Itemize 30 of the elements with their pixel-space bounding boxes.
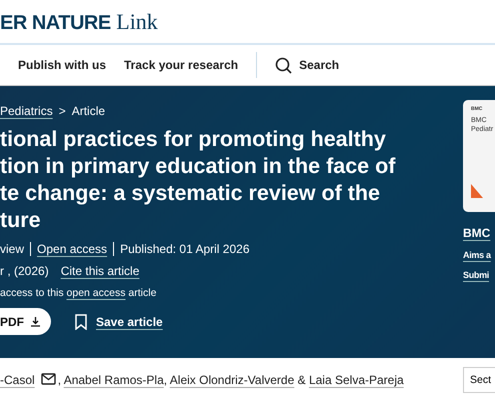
triangle-icon [471,184,483,198]
breadcrumb-link[interactable]: Pediatrics [0,104,53,118]
author-link[interactable]: -Casol [0,373,35,387]
open-access-link[interactable]: open access [66,287,126,299]
search-link[interactable]: Search [275,56,340,74]
download-icon [30,316,41,327]
author-link[interactable]: Anabel Ramos-Pla [64,373,164,387]
site-logo[interactable]: ER NATURE Link [0,8,158,34]
access-note: access to this open access article [0,287,158,299]
save-article-link[interactable]: Save article [75,314,163,330]
breadcrumb-separator: > [58,104,66,118]
sections-button[interactable]: Sect [463,367,495,393]
breadcrumb-link[interactable]: Article [72,104,106,118]
article-title: tional practices for promoting healthy tion in primary education in the face of te change: a systematic review of the ture [0,126,396,234]
cite-link[interactable]: Cite this article [60,264,140,278]
download-pdf-button[interactable]: PDF [0,308,51,335]
citation-text: r , (2026) [0,264,49,278]
author-list: -Casol , Anabel Ramos-Pla, Aleix Olondriz-Valverde & Laia Selva-Pareja [0,373,404,387]
open-access-link[interactable]: Open access [37,242,108,256]
nav-link[interactable]: Publish with us [18,58,106,72]
author-link[interactable]: Aleix Olondriz-Valverde [170,373,294,387]
journal-link[interactable]: Submi [463,270,495,280]
journal-link[interactable]: Aims a [463,250,495,260]
journal-link[interactable]: BMC [463,226,495,240]
published-date: Published: 01 April 2026 [120,242,250,256]
article-type: view [0,242,24,256]
bookmark-icon [75,314,87,330]
search-icon [275,56,292,74]
nav-link[interactable]: Track your research [124,58,238,72]
author-link[interactable]: Laia Selva-Pareja [308,373,404,387]
